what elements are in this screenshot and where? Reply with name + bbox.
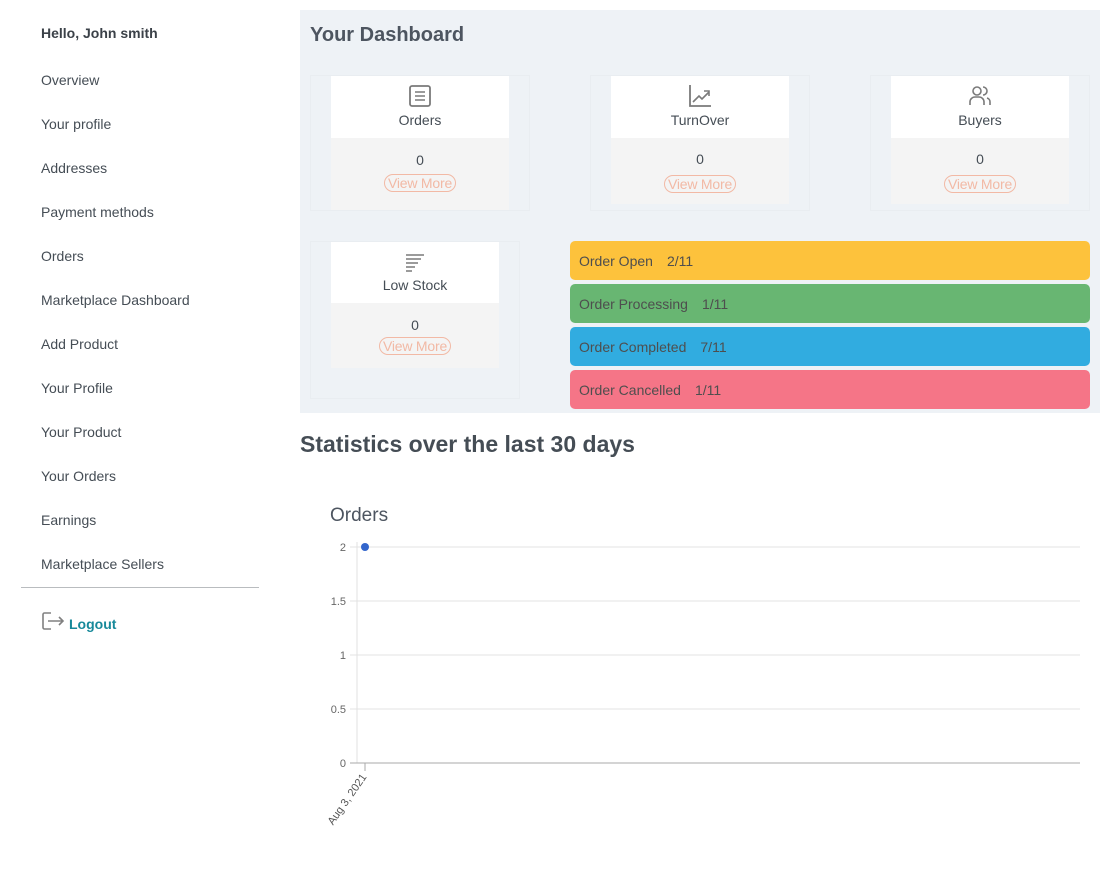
sidebar-item-add-product[interactable]: Add Product	[41, 336, 118, 352]
status-order-cancelled[interactable]: Order Cancelled 1/11	[570, 370, 1090, 409]
sort-lines-icon	[405, 250, 425, 274]
turnover-card-value: 0	[611, 151, 789, 167]
sidebar-item-your-product[interactable]: Your Product	[41, 424, 121, 440]
status-order-completed-label: Order Completed	[579, 339, 686, 355]
status-order-completed-count: 7/11	[700, 339, 726, 355]
low-stock-card: Low Stock 0 View More	[331, 242, 499, 368]
sidebar-item-your-profile[interactable]: Your profile	[41, 116, 111, 132]
orders-card-label: Orders	[399, 112, 442, 128]
low-stock-view-more-button[interactable]: View More	[379, 337, 451, 355]
buyers-card-value: 0	[891, 151, 1069, 167]
logout-label: Logout	[69, 616, 116, 632]
sidebar-item-marketplace-dashboard[interactable]: Marketplace Dashboard	[41, 292, 190, 308]
status-order-processing-label: Order Processing	[579, 296, 688, 312]
buyers-card-label: Buyers	[958, 112, 1002, 128]
status-order-processing-count: 1/11	[702, 296, 728, 312]
status-order-open[interactable]: Order Open 2/11	[570, 241, 1090, 280]
y-tick-label: 0.5	[331, 704, 346, 716]
sidebar-item-marketplace-sellers[interactable]: Marketplace Sellers	[41, 556, 164, 572]
turnover-card: TurnOver 0 View More	[611, 76, 789, 204]
data-point	[361, 543, 369, 551]
buyers-card: Buyers 0 View More	[891, 76, 1069, 204]
status-order-open-label: Order Open	[579, 253, 653, 269]
sidebar-item-seller-profile[interactable]: Your Profile	[41, 380, 113, 396]
y-tick-label: 0	[340, 758, 346, 770]
logout-link[interactable]: Logout	[41, 609, 116, 638]
chart-title: Orders	[330, 505, 388, 527]
sidebar-divider	[21, 587, 259, 588]
sidebar-item-payment-methods[interactable]: Payment methods	[41, 204, 154, 220]
sidebar-item-orders[interactable]: Orders	[41, 248, 84, 264]
users-icon	[968, 83, 992, 109]
y-tick-label: 2	[340, 542, 346, 554]
low-stock-card-label: Low Stock	[383, 277, 448, 293]
turnover-card-label: TurnOver	[671, 112, 730, 128]
logout-icon	[41, 609, 67, 638]
orders-line-chart: 0 0.5 1 1.5 2 Aug 3, 2021	[300, 530, 1100, 850]
y-tick-label: 1.5	[331, 596, 346, 608]
turnover-view-more-button[interactable]: View More	[664, 175, 736, 193]
status-order-cancelled-label: Order Cancelled	[579, 382, 681, 398]
status-order-completed[interactable]: Order Completed 7/11	[570, 327, 1090, 366]
orders-view-more-button[interactable]: View More	[384, 174, 456, 192]
greeting-text: Hello, John smith	[41, 25, 158, 41]
sidebar-item-addresses[interactable]: Addresses	[41, 160, 107, 176]
orders-card: Orders 0 View More	[331, 76, 509, 210]
trending-chart-icon	[688, 83, 712, 109]
dashboard-panel: Your Dashboard Orders 0 View More	[300, 10, 1100, 413]
x-tick-label: Aug 3, 2021	[326, 772, 370, 827]
statistics-title: Statistics over the last 30 days	[300, 431, 635, 458]
sidebar-item-earnings[interactable]: Earnings	[41, 512, 96, 528]
sidebar-item-overview[interactable]: Overview	[41, 72, 99, 88]
low-stock-card-value: 0	[331, 317, 499, 333]
status-order-open-count: 2/11	[667, 253, 693, 269]
status-order-cancelled-count: 1/11	[695, 382, 721, 398]
buyers-view-more-button[interactable]: View More	[944, 175, 1016, 193]
sidebar-item-your-orders[interactable]: Your Orders	[41, 468, 116, 484]
orders-card-value: 0	[331, 152, 509, 168]
y-tick-label: 1	[340, 650, 346, 662]
dashboard-title: Your Dashboard	[310, 24, 464, 47]
document-list-icon	[408, 83, 432, 109]
status-order-processing[interactable]: Order Processing 1/11	[570, 284, 1090, 323]
